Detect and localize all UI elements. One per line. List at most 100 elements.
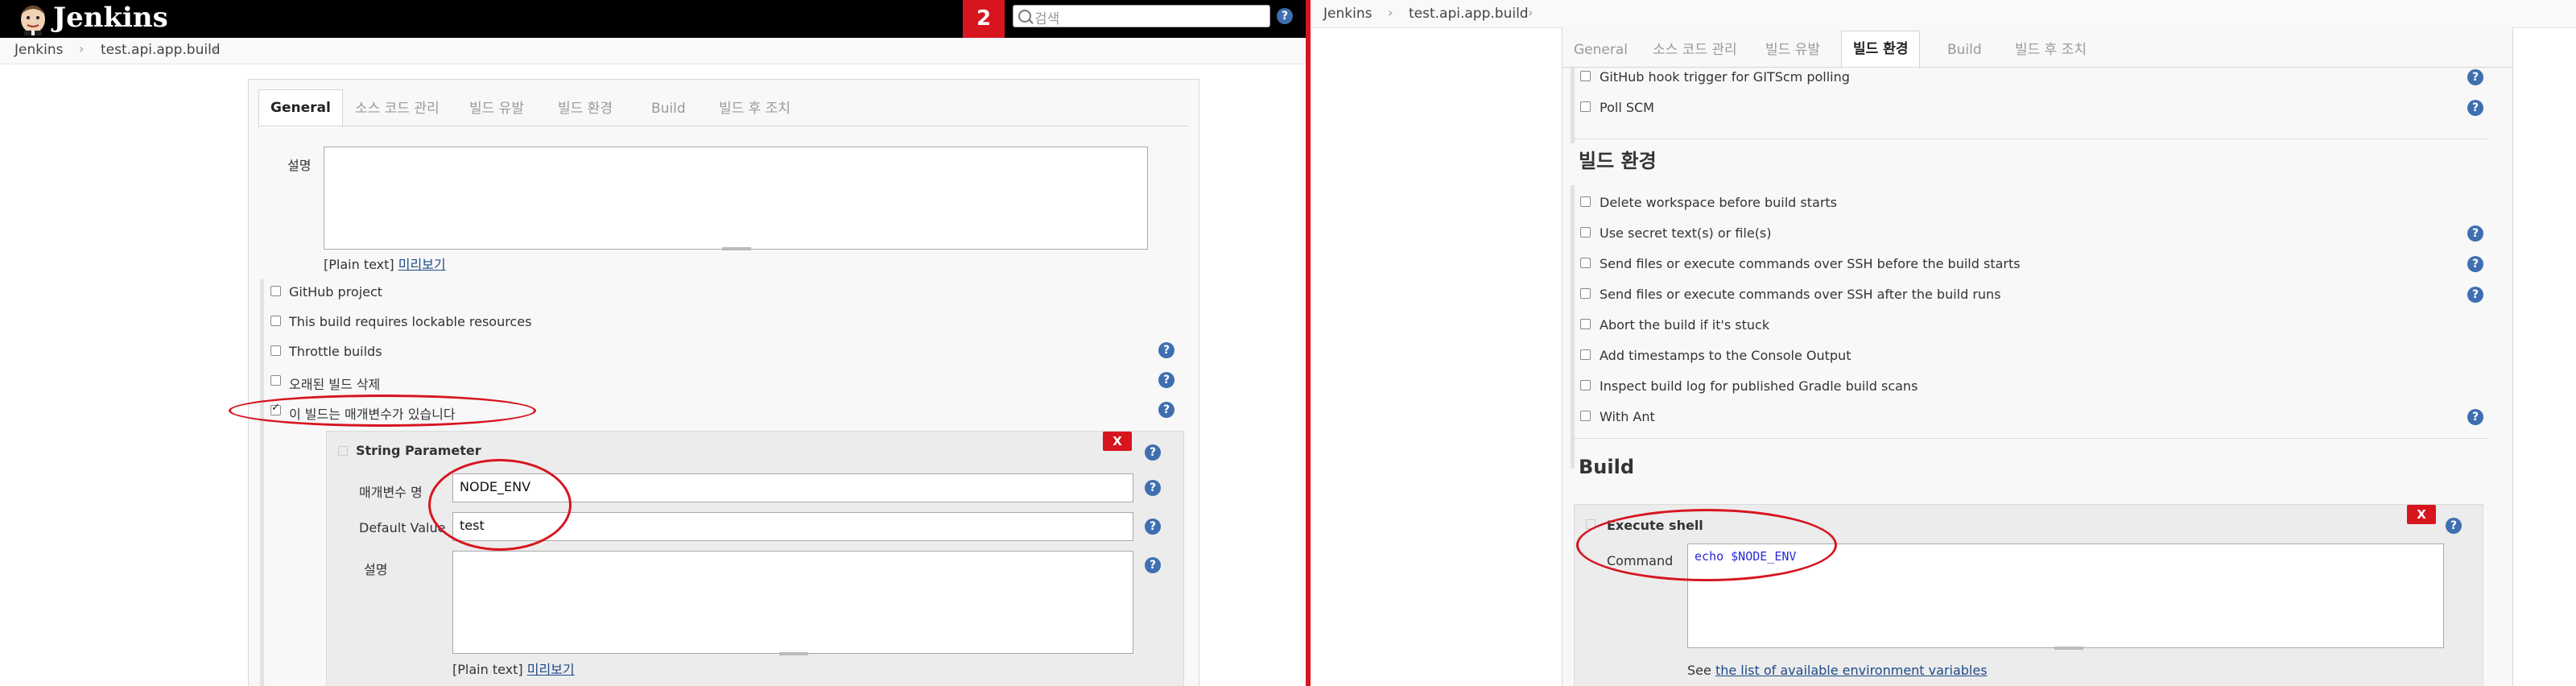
config-panel: General 소스 코드 관리 빌드 유발 빌드 환경 Build 빌드 후 … [1562,27,2513,686]
ssh-after-label: Send files or execute commands over SSH … [1600,287,2001,302]
section-indent-bar [260,279,264,686]
string-parameter-title: String Parameter [356,443,481,458]
resize-handle[interactable] [722,247,751,250]
plain-text-label: [Plain text] [452,662,523,677]
tab-build[interactable]: Build [1936,32,1993,68]
breadcrumb-jenkins[interactable]: Jenkins [14,42,63,58]
section-divider [1571,438,2488,439]
annotation-ellipse [1576,509,1837,581]
throttle-builds-label: Throttle builds [289,344,382,359]
tab-bar: General 소스 코드 관리 빌드 유발 빌드 환경 Build 빌드 후 … [258,86,1189,127]
gradle-scans-label: Inspect build log for published Gradle b… [1600,378,1918,394]
with-ant-help-icon[interactable]: ? [2467,409,2483,425]
execute-shell-help-icon[interactable]: ? [2446,518,2462,534]
plain-text-preview: [Plain text] 미리보기 [324,254,446,273]
breadcrumb-separator-icon: › [79,41,85,56]
tab-build-environment[interactable]: 빌드 환경 [547,91,624,126]
secret-text-label: Use secret text(s) or file(s) [1600,225,1772,241]
tab-general[interactable]: General [1563,32,1639,68]
default-value-label: Default Value [359,520,446,535]
preview-link[interactable]: 미리보기 [398,257,446,272]
param-name-label: 매개변수 명 [359,485,423,500]
timestamps-checkbox[interactable] [1580,349,1591,360]
jenkins-header: Jenkins 2 검색 ? [0,0,1306,38]
description-label: 설명 [287,158,312,173]
lockable-resources-checkbox[interactable] [270,316,281,326]
delete-workspace-checkbox[interactable] [1580,196,1591,207]
throttle-help-icon[interactable]: ? [1158,342,1174,358]
section-indent-bar [1571,185,1575,469]
description-textarea[interactable] [324,147,1148,250]
tab-post-build[interactable]: 빌드 후 조치 [708,91,802,126]
default-value-help-icon[interactable]: ? [1145,519,1161,535]
tab-scm[interactable]: 소스 코드 관리 [1641,32,1748,68]
jenkins-logo-text[interactable]: Jenkins [53,0,168,35]
throttle-builds-checkbox[interactable] [270,345,281,356]
tab-post-build[interactable]: 빌드 후 조치 [2004,32,2098,68]
github-hook-checkbox[interactable] [1580,71,1591,81]
discard-old-builds-label: 오래된 빌드 삭제 [289,377,381,392]
search-input[interactable]: 검색 [1013,5,1270,27]
delete-workspace-label: Delete workspace before build starts [1600,195,1838,210]
section-indent-bar [1571,68,1575,143]
search-help-icon[interactable]: ? [1277,8,1293,24]
env-vars-hint: See the list of available environment va… [1687,663,1988,678]
jenkins-butler-icon[interactable] [16,3,50,35]
tab-build[interactable]: Build [640,91,697,126]
see-text: See [1687,663,1711,678]
ssh-before-checkbox[interactable] [1580,258,1591,268]
timestamps-label: Add timestamps to the Console Output [1600,348,1852,363]
abort-stuck-checkbox[interactable] [1580,319,1591,329]
breadcrumb-separator-icon: › [213,41,218,56]
github-project-checkbox[interactable] [270,286,281,296]
ssh-before-help-icon[interactable]: ? [2467,256,2483,272]
delete-parameter-button[interactable]: X [1103,432,1132,451]
search-placeholder: 검색 [1034,11,1060,27]
tab-build-triggers[interactable]: 빌드 유발 [1754,32,1831,68]
secret-text-help-icon[interactable]: ? [2467,225,2483,242]
breadcrumb: Jenkins › test.api.app.build › [0,38,1306,64]
param-desc-textarea[interactable] [452,551,1133,654]
param-desc-label: 설명 [364,562,388,577]
secret-text-checkbox[interactable] [1580,227,1591,238]
notification-badge[interactable]: 2 [963,0,1005,38]
annotation-ellipse [229,395,536,427]
abort-stuck-label: Abort the build if it's stuck [1600,317,1770,333]
env-vars-link[interactable]: the list of available environment variab… [1715,663,1988,678]
discard-help-icon[interactable]: ? [1158,372,1174,388]
build-environment-heading: 빌드 환경 [1579,150,1657,172]
ssh-after-help-icon[interactable]: ? [2467,287,2483,303]
breadcrumb-separator-icon: › [1388,5,1393,20]
gradle-scans-checkbox[interactable] [1580,380,1591,391]
poll-scm-checkbox[interactable] [1580,101,1591,112]
section-divider [1571,138,2488,139]
github-hook-help-icon[interactable]: ? [2467,69,2483,85]
breadcrumb-jenkins[interactable]: Jenkins [1323,6,1372,22]
tab-general[interactable]: General [258,89,343,127]
lockable-resources-label: This build requires lockable resources [289,314,532,329]
ssh-after-checkbox[interactable] [1580,288,1591,299]
config-panel: General 소스 코드 관리 빌드 유발 빌드 환경 Build 빌드 후 … [248,79,1199,686]
tab-build-triggers[interactable]: 빌드 유발 [458,91,535,126]
ssh-before-label: Send files or execute commands over SSH … [1600,256,2021,271]
preview-link[interactable]: 미리보기 [527,662,575,677]
right-screenshot: Jenkins › test.api.app.build › General 소… [1311,0,2576,686]
discard-old-builds-checkbox[interactable] [270,375,281,386]
tab-build-environment[interactable]: 빌드 환경 [1841,31,1921,68]
with-ant-label: With Ant [1600,409,1655,424]
breadcrumb-job[interactable]: test.api.app.build [101,42,221,58]
string-param-help-icon[interactable]: ? [1145,444,1161,461]
tab-scm[interactable]: 소스 코드 관리 [344,91,451,126]
breadcrumb: Jenkins › test.api.app.build › [1311,0,2576,28]
param-desc-help-icon[interactable]: ? [1145,557,1161,573]
breadcrumb-job[interactable]: test.api.app.build [1409,6,1529,22]
param-name-help-icon[interactable]: ? [1145,480,1161,496]
delete-build-step-button[interactable]: X [2407,505,2436,524]
drag-handle-icon[interactable] [338,446,348,456]
parameterized-help-icon[interactable]: ? [1158,402,1174,418]
resize-handle[interactable] [779,652,808,655]
poll-scm-help-icon[interactable]: ? [2467,100,2483,116]
with-ant-checkbox[interactable] [1580,411,1591,421]
resize-handle[interactable] [2054,647,2083,650]
plain-text-label: [Plain text] [324,257,394,272]
